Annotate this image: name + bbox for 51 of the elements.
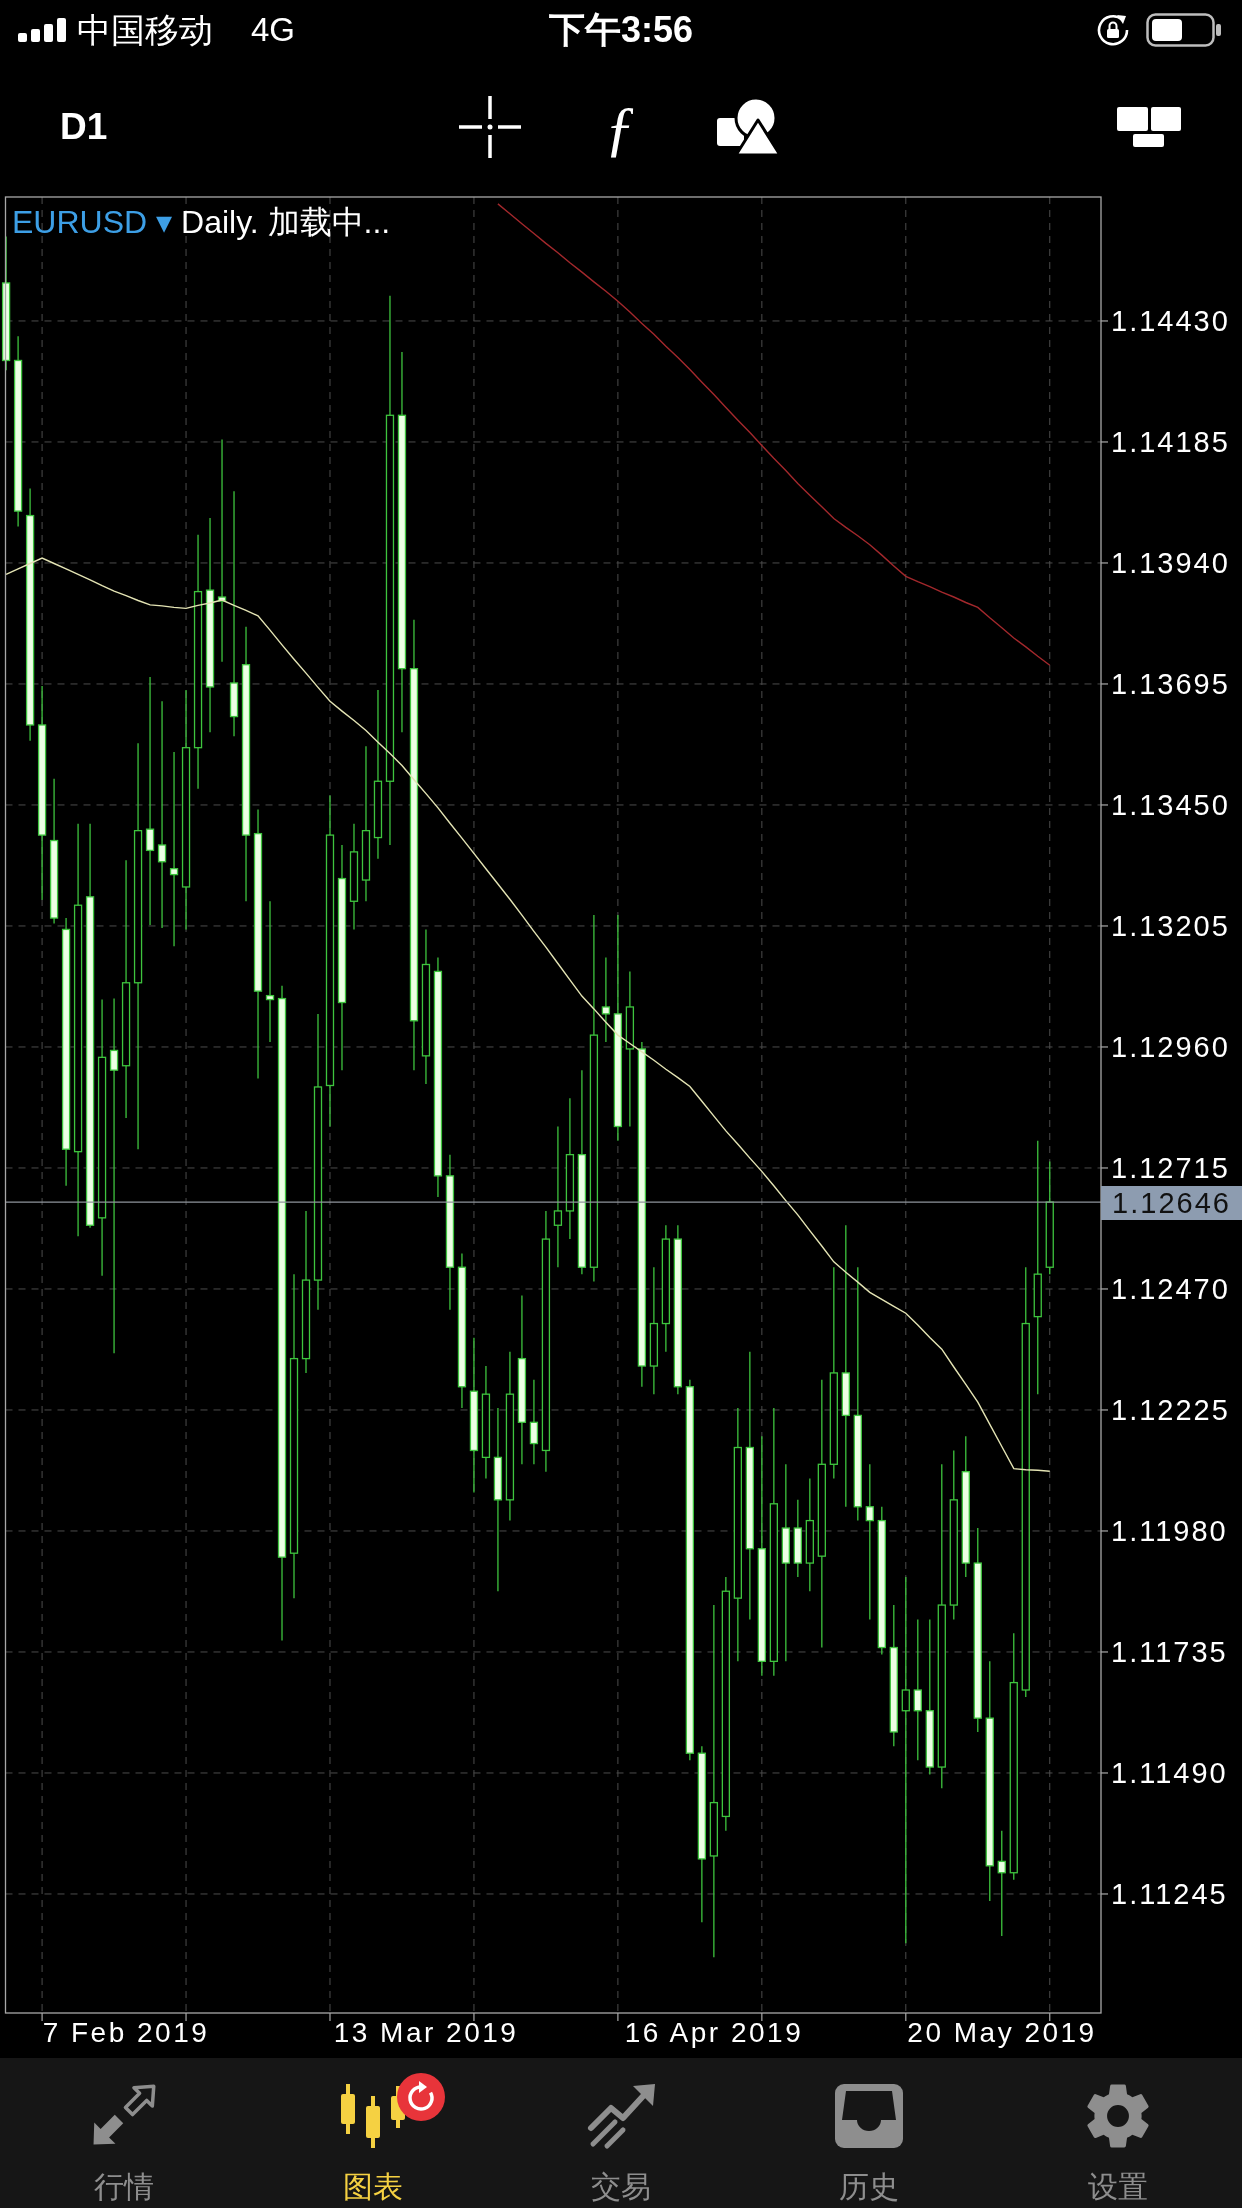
price-axis-label: 1.12715	[1111, 1151, 1230, 1185]
price-axis-label: 1.14430	[1111, 304, 1230, 338]
current-price-label: 1.12646	[1101, 1186, 1242, 1220]
price-axis-label: 1.13940	[1111, 546, 1230, 580]
price-axis-label: 1.12960	[1111, 1030, 1230, 1064]
tab-bar-item[interactable]: 图表	[248, 2058, 497, 2208]
candlestick	[145, 676, 155, 926]
battery-icon	[1146, 13, 1222, 47]
tab-bar-item[interactable]: 交易	[496, 2058, 746, 2208]
candlestick	[265, 900, 275, 1043]
shapes-icon[interactable]	[717, 97, 781, 156]
date-axis-label: 16 Apr 2019	[624, 2016, 804, 2050]
clock-time: 下午3:56	[548, 9, 694, 51]
candlestick	[157, 700, 167, 929]
candlestick	[553, 1125, 563, 1268]
price-axis-label: 1.13450	[1111, 788, 1230, 822]
candlestick	[997, 1830, 1006, 1937]
rotation-lock-icon	[1096, 13, 1130, 47]
price-axis-label: 1.11735	[1111, 1635, 1228, 1669]
date-axis-label: 20 May 2019	[907, 2016, 1097, 2050]
candlestick	[109, 997, 119, 1354]
date-axis-label: 13 Mar 2019	[333, 2016, 519, 2050]
crosshair-icon[interactable]	[459, 95, 521, 158]
carrier-name: 中国移动	[77, 10, 213, 50]
price-axis-label: 1.14185	[1111, 425, 1230, 459]
signal-icon	[18, 18, 68, 42]
price-axis-label: 1.11245	[1111, 1877, 1228, 1911]
chart-caption: Daily. 加载中...	[181, 203, 391, 241]
timeframe-button[interactable]: D1	[60, 104, 120, 149]
inbox-tray-icon	[833, 2082, 906, 2150]
symbol-selector[interactable]: EURUSD ▾	[12, 203, 172, 241]
window-layout-icon[interactable]	[1117, 106, 1181, 147]
price-axis-label: 1.13695	[1111, 667, 1230, 701]
candlestick	[901, 1576, 910, 1945]
price-axis-label: 1.12470	[1111, 1272, 1230, 1306]
candlestick	[913, 1618, 922, 1761]
network-type: 4G	[251, 10, 296, 50]
candlestick	[865, 1463, 874, 1621]
price-axis-label: 1.13205	[1111, 909, 1230, 943]
candlestick	[601, 956, 611, 1043]
trend-arrow-icon	[585, 2082, 657, 2150]
price-axis-label: 1.11980	[1111, 1514, 1228, 1548]
tab-bar-item[interactable]: 行情	[0, 2058, 249, 2208]
date-axis-label: 7 Feb 2019	[42, 2016, 210, 2050]
candlestick	[169, 751, 179, 947]
candlestick	[529, 1379, 539, 1465]
tab-bar-item[interactable]: 历史	[745, 2058, 994, 2208]
price-axis-label: 1.11490	[1111, 1756, 1228, 1790]
function-button[interactable]: ƒ	[589, 91, 651, 162]
price-axis-label: 1.12225	[1111, 1393, 1230, 1427]
tab-bar-item[interactable]: 设置	[993, 2058, 1242, 2208]
